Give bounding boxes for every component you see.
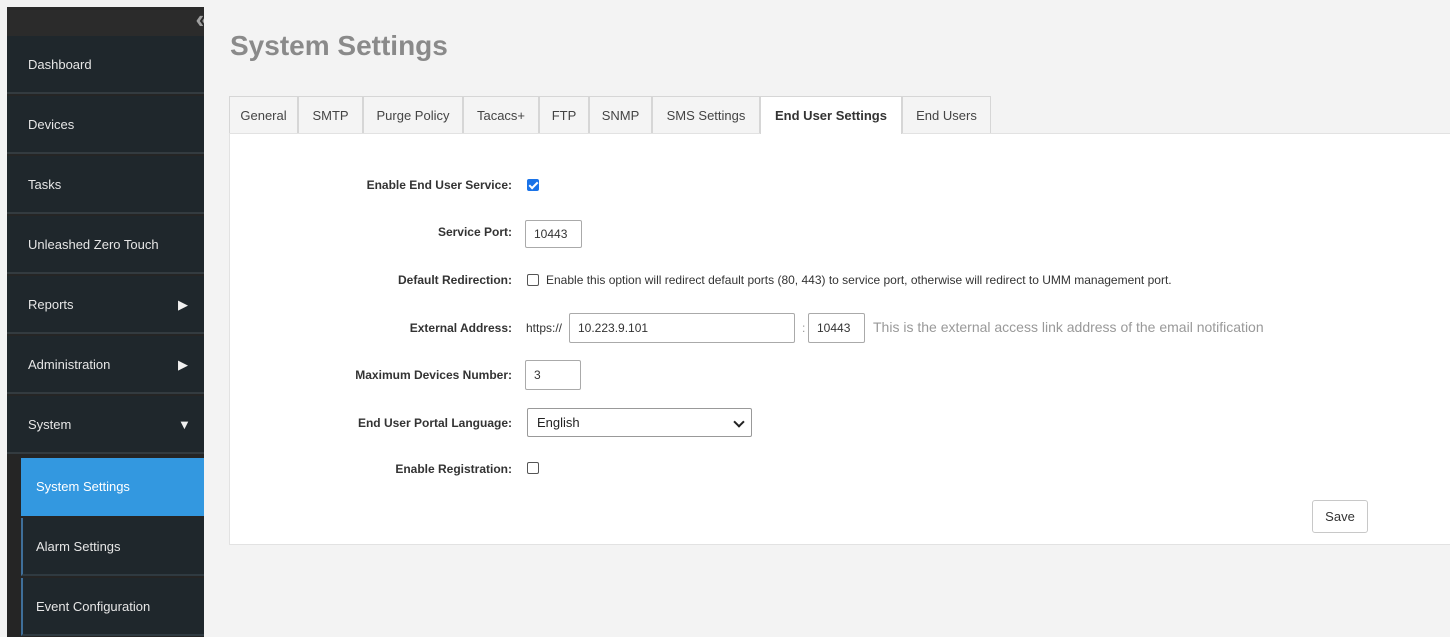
sidebar-collapse-bar: « xyxy=(7,7,204,36)
max-devices-input[interactable]: 3 xyxy=(525,360,581,390)
tab-purge-policy[interactable]: Purge Policy xyxy=(363,96,463,133)
tab-general[interactable]: General xyxy=(229,96,298,133)
default-redirection-description: Enable this option will redirect default… xyxy=(546,273,1172,287)
tab-end-users[interactable]: End Users xyxy=(902,96,991,133)
tab-snmp[interactable]: SNMP xyxy=(589,96,652,133)
sidebar-subitem-system-settings[interactable]: System Settings xyxy=(21,458,204,516)
page-title: System Settings xyxy=(230,30,448,61)
portal-language-value: English xyxy=(537,415,580,430)
service-port-input[interactable]: 10443 xyxy=(525,220,582,248)
tab-tacacs[interactable]: Tacacs+ xyxy=(463,96,539,133)
sidebar-item-label: Reports xyxy=(28,297,74,312)
sidebar-item-label: Dashboard xyxy=(28,57,92,72)
external-address-hint: This is the external access link address… xyxy=(873,319,1264,335)
sidebar-item-label: System xyxy=(28,417,72,432)
external-address-host-input[interactable]: 10.223.9.101 xyxy=(569,313,795,343)
sidebar-item-label: Devices xyxy=(28,117,75,132)
enable-end-user-service-label: Enable End User Service: xyxy=(366,178,512,192)
external-address-prefix: https:// xyxy=(526,321,563,335)
sidebar: « Dashboard Devices Tasks Unleashed Zero… xyxy=(7,7,204,637)
sidebar-item-administration[interactable]: Administration ▶ xyxy=(7,336,204,394)
enable-registration-checkbox[interactable] xyxy=(527,462,539,474)
expand-arrow-icon: ▶ xyxy=(178,357,188,372)
sidebar-item-tasks[interactable]: Tasks xyxy=(7,156,204,214)
collapse-arrow-icon: ▼ xyxy=(178,417,191,432)
service-port-label: Service Port: xyxy=(437,225,512,239)
sidebar-item-label: Unleashed Zero Touch xyxy=(28,237,159,252)
sidebar-subitem-alarm-settings[interactable]: Alarm Settings xyxy=(21,518,204,576)
tab-end-user-settings[interactable]: End User Settings xyxy=(760,96,902,134)
tab-ftp[interactable]: FTP xyxy=(539,96,589,133)
external-address-separator: : xyxy=(802,321,806,335)
save-button[interactable]: Save xyxy=(1312,500,1368,533)
sidebar-item-label: Administration xyxy=(28,357,111,372)
settings-panel: Enable End User Service: Service Port: 1… xyxy=(229,133,1450,545)
expand-arrow-icon: ▶ xyxy=(178,297,188,312)
chevron-down-icon xyxy=(733,416,745,428)
enable-end-user-service-checkbox[interactable] xyxy=(527,179,539,191)
portal-language-select[interactable]: English xyxy=(527,408,752,437)
tab-smtp[interactable]: SMTP xyxy=(298,96,363,133)
sidebar-subitem-label: System Settings xyxy=(36,479,130,494)
portal-language-label: End User Portal Language: xyxy=(357,416,512,430)
sidebar-item-system[interactable]: System ▼ xyxy=(7,396,204,454)
sidebar-item-devices[interactable]: Devices xyxy=(7,96,204,154)
tab-sms-settings[interactable]: SMS Settings xyxy=(652,96,760,133)
external-address-label: External Address: xyxy=(409,321,512,335)
sidebar-subitem-label: Event Configuration xyxy=(36,599,151,614)
collapse-icon[interactable]: « xyxy=(196,7,204,34)
external-address-port-input[interactable]: 10443 xyxy=(808,313,865,343)
max-devices-label: Maximum Devices Number: xyxy=(355,368,512,382)
default-redirection-checkbox[interactable] xyxy=(527,274,539,286)
sidebar-item-unleashed-zero-touch[interactable]: Unleashed Zero Touch xyxy=(7,216,204,274)
sidebar-subitem-event-configuration[interactable]: Event Configuration xyxy=(21,578,204,636)
enable-registration-label: Enable Registration: xyxy=(395,462,512,476)
sidebar-subitem-label: Alarm Settings xyxy=(36,539,121,554)
sidebar-item-dashboard[interactable]: Dashboard xyxy=(7,36,204,94)
sidebar-item-reports[interactable]: Reports ▶ xyxy=(7,276,204,334)
sidebar-item-label: Tasks xyxy=(28,177,62,192)
default-redirection-label: Default Redirection: xyxy=(397,273,512,287)
